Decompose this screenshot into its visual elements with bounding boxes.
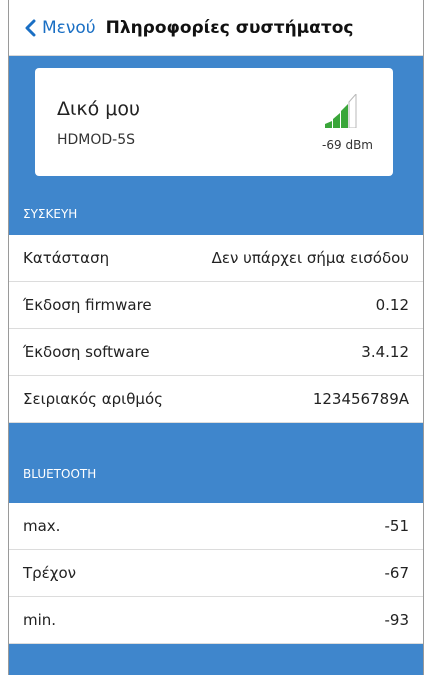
chevron-left-icon — [25, 19, 36, 36]
signal-bar-4 — [348, 94, 357, 128]
info-row-bt-current: Τρέχον -67 — [9, 550, 423, 597]
device-name: Δικό μου — [57, 98, 140, 120]
info-row-software: Έκδοση software 3.4.12 — [9, 329, 423, 376]
back-button-label[interactable]: Μενού — [42, 18, 96, 38]
row-label: Έκδοση software — [23, 343, 150, 361]
section-header-device: ΣΥΣΚΕΥΗ — [9, 193, 423, 235]
section-header-bluetooth: BLUETOOTH — [9, 423, 423, 503]
app-frame: Μενού Πληροφορίες συστήματος Δικό μου HD… — [8, 0, 424, 675]
info-row-firmware: Έκδοση firmware 0.12 — [9, 282, 423, 329]
device-panel: Δικό μου HDMOD-5S -69 dBm — [9, 56, 423, 193]
info-row-status: Κατάσταση Δεν υπάρχει σήμα εισόδου — [9, 235, 423, 282]
row-label: Σειριακός αριθμός — [23, 390, 163, 408]
row-value: Δεν υπάρχει σήμα εισόδου — [211, 249, 409, 267]
back-button[interactable]: Μενού — [23, 18, 96, 38]
info-row-bt-min: min. -93 — [9, 597, 423, 644]
signal-bar-2 — [333, 113, 340, 128]
signal-bar-3 — [341, 104, 348, 128]
navigation-bar: Μενού Πληροφορίες συστήματος — [9, 0, 423, 56]
row-label: Έκδοση firmware — [23, 296, 152, 314]
row-label: max. — [23, 517, 61, 535]
row-value: -93 — [384, 611, 410, 629]
signal-bars-icon — [325, 94, 357, 128]
row-label: Τρέχον — [23, 564, 77, 582]
row-value: 0.12 — [375, 296, 409, 314]
info-row-serial: Σειριακός αριθμός 123456789A — [9, 376, 423, 423]
section-footer-bar — [9, 644, 423, 675]
row-value: 3.4.12 — [361, 343, 409, 361]
page-title: Πληροφορίες συστήματος — [105, 17, 354, 38]
signal-strength-value: -69 dBm — [322, 138, 373, 152]
info-row-bt-max: max. -51 — [9, 503, 423, 550]
signal-bar-1 — [325, 121, 332, 128]
row-value: -51 — [384, 517, 410, 535]
device-card[interactable]: Δικό μου HDMOD-5S -69 dBm — [35, 68, 393, 176]
device-model: HDMOD-5S — [57, 132, 136, 148]
row-value: 123456789A — [312, 390, 409, 408]
row-label: Κατάσταση — [23, 249, 110, 267]
row-label: min. — [23, 611, 57, 629]
row-value: -67 — [384, 564, 410, 582]
